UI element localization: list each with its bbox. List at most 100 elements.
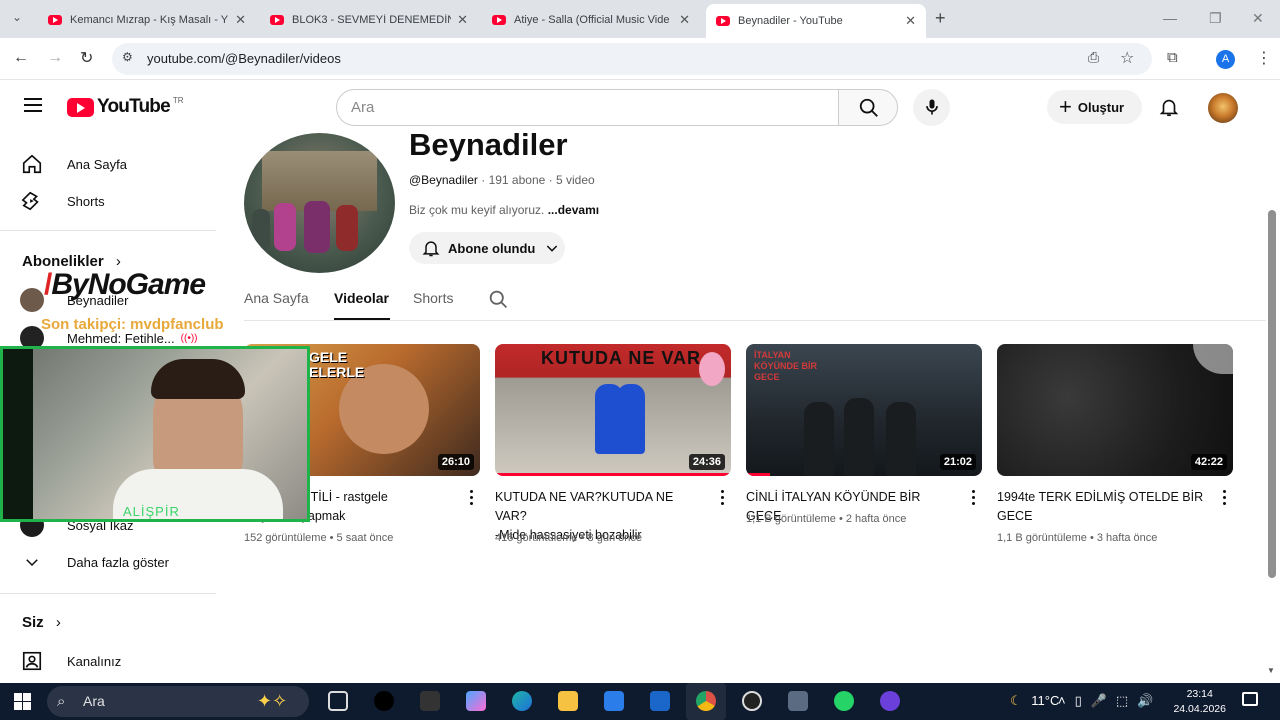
- video-count: 5 video: [556, 173, 595, 187]
- window-close-icon[interactable]: ✕: [1252, 10, 1264, 27]
- sidebar-divider: [0, 230, 216, 231]
- browser-tab-active[interactable]: Beynadiler - YouTube ✕: [706, 4, 926, 38]
- reload-icon[interactable]: ↻: [80, 48, 93, 68]
- channel-search-icon[interactable]: [488, 289, 509, 315]
- video-thumbnail[interactable]: 42:22: [997, 344, 1233, 476]
- channel-avatar: [20, 288, 44, 312]
- forward-icon[interactable]: →: [47, 49, 63, 67]
- sidebar-item-your-channel[interactable]: Kanalınız: [20, 649, 121, 673]
- latest-follower-text: Son takipçi: mvdpfanclub: [41, 316, 224, 333]
- youtube-logo[interactable]: YouTube TR: [67, 96, 184, 118]
- thumbnail-text: KUTUDA NE VAR: [541, 348, 701, 368]
- back-icon[interactable]: ←: [13, 49, 29, 67]
- taskbar-clock[interactable]: 23:14 24.04.2026: [1173, 687, 1226, 717]
- account-avatar[interactable]: [1208, 93, 1238, 123]
- tab-home[interactable]: Ana Sayfa: [244, 290, 309, 306]
- browser-menu-icon[interactable]: ⋮: [1256, 48, 1272, 68]
- file-explorer-icon[interactable]: [558, 691, 578, 711]
- search-icon: ⌕: [57, 693, 66, 710]
- microsoft-store-icon[interactable]: [604, 691, 624, 711]
- tab-close-icon[interactable]: ✕: [457, 12, 468, 28]
- video-title[interactable]: 1994te TERK EDİLMİŞ OTELDE BİR GECE: [997, 488, 1207, 526]
- profile-avatar[interactable]: A: [1216, 50, 1235, 69]
- streamer-name: ALİŞPİR: [123, 504, 180, 519]
- outlook-icon[interactable]: [650, 691, 670, 711]
- hamburger-menu-icon[interactable]: [24, 98, 42, 112]
- epic-games-icon[interactable]: [420, 691, 440, 711]
- home-icon: [20, 152, 44, 176]
- tab-search-icon[interactable]: ⌄: [12, 10, 22, 24]
- obs-icon[interactable]: [742, 691, 762, 711]
- channel-meta: @Beynadiler · 191 abone · 5 video: [409, 173, 595, 187]
- notification-center-icon[interactable]: [1242, 692, 1258, 706]
- site-info-icon[interactable]: ⚙: [122, 50, 133, 64]
- tab-close-icon[interactable]: ✕: [679, 12, 690, 28]
- bookmark-star-icon[interactable]: ☆: [1120, 48, 1134, 68]
- bynogame-logo: /ByNoGame: [44, 268, 206, 301]
- you-heading[interactable]: Siz ›: [22, 614, 61, 631]
- video-duration: 42:22: [1190, 454, 1227, 470]
- video-meta: 416 görüntüleme • 8 gün önce: [495, 532, 642, 544]
- calculator-icon[interactable]: [788, 691, 808, 711]
- description-more-link[interactable]: ...devamı: [548, 203, 599, 217]
- thumbnail-text: İTALYAN KÖYÜNDE BİR GECE: [754, 350, 818, 382]
- new-tab-button[interactable]: +: [935, 8, 946, 29]
- youtube-play-icon: [67, 97, 94, 117]
- subscribed-button[interactable]: Abone olundu: [409, 232, 565, 264]
- page-scrollbar[interactable]: [1268, 210, 1276, 578]
- video-menu-icon[interactable]: [721, 490, 725, 506]
- address-bar[interactable]: ⚙ youtube.com/@Beynadiler/videos ⎙ ☆: [112, 43, 1152, 75]
- tab-close-icon[interactable]: ✕: [235, 12, 246, 28]
- whatsapp-icon[interactable]: [834, 691, 854, 711]
- create-button[interactable]: + Oluştur: [1047, 90, 1142, 124]
- video-meta: 1,1 B görüntüleme • 2 hafta önce: [746, 513, 907, 525]
- video-duration: 26:10: [437, 454, 474, 470]
- video-menu-icon[interactable]: [470, 490, 474, 506]
- video-thumbnail[interactable]: KUTUDA NE VAR 24:36: [495, 344, 731, 476]
- browser-tab[interactable]: Atiye - Salla (Official Music Vide ✕: [482, 6, 700, 34]
- system-tray-icons[interactable]: ˄▯🎤⬚🔊: [1058, 693, 1162, 709]
- scroll-down-arrow-icon[interactable]: ▼: [1267, 666, 1275, 675]
- windows-taskbar: ⌕ Ara ✦✧ ☾ 11°C ˄▯🎤⬚🔊 23:14 24.04.2026: [0, 683, 1280, 720]
- notifications-bell-icon[interactable]: [1158, 96, 1180, 123]
- task-view-icon[interactable]: [328, 691, 348, 711]
- taskbar-search-input[interactable]: ⌕ Ara ✦✧: [47, 686, 309, 717]
- video-card[interactable]: 42:22 1994te TERK EDİLMİŞ OTELDE BİR GEC…: [997, 344, 1233, 544]
- search-icon: [859, 98, 878, 117]
- your-channel-icon: [20, 649, 44, 673]
- extensions-icon[interactable]: ⧉: [1167, 49, 1178, 66]
- video-thumbnail[interactable]: İTALYAN KÖYÜNDE BİR GECE 21:02: [746, 344, 982, 476]
- tab-close-icon[interactable]: ✕: [905, 13, 916, 29]
- install-app-icon[interactable]: ⎙: [1088, 49, 1099, 66]
- app-icon[interactable]: [880, 691, 900, 711]
- video-menu-icon[interactable]: [1223, 490, 1227, 506]
- video-card[interactable]: İTALYAN KÖYÜNDE BİR GECE 21:02 CİNLİ İTA…: [746, 344, 982, 525]
- channel-description[interactable]: Biz çok mu keyif alıyoruz. ...devamı: [409, 203, 599, 217]
- tiktok-icon[interactable]: [374, 691, 394, 711]
- chevron-down-icon: [20, 550, 44, 574]
- video-duration: 21:02: [939, 454, 976, 470]
- tab-videos[interactable]: Videolar: [334, 290, 389, 306]
- sidebar-item-shorts[interactable]: Shorts: [20, 189, 105, 213]
- minimize-icon[interactable]: —: [1163, 10, 1177, 26]
- edge-icon[interactable]: [512, 691, 532, 711]
- copilot-icon[interactable]: [466, 691, 486, 711]
- youtube-favicon-icon: [716, 16, 730, 26]
- browser-tab[interactable]: Kemancı Mızrap - Kış Masalı - Y ✕: [38, 6, 256, 34]
- search-input[interactable]: Ara: [336, 89, 839, 126]
- voice-search-button[interactable]: [913, 89, 950, 126]
- sidebar-divider: [0, 593, 216, 594]
- tab-shorts[interactable]: Shorts: [413, 290, 453, 306]
- video-card[interactable]: KUTUDA NE VAR 24:36 KUTUDA NE VAR?KUTUDA…: [495, 344, 731, 544]
- windows-start-icon[interactable]: [14, 693, 31, 710]
- weather-widget[interactable]: ☾ 11°C: [1010, 693, 1059, 709]
- plus-icon: +: [1059, 94, 1072, 119]
- youtube-favicon-icon: [270, 15, 284, 25]
- sidebar-item-home[interactable]: Ana Sayfa: [20, 152, 127, 176]
- sidebar-show-more[interactable]: Daha fazla göster: [20, 550, 169, 574]
- browser-tab[interactable]: BLOK3 - SEVMEYİ DENEMEDİN ✕: [260, 6, 478, 34]
- url-text: youtube.com/@Beynadiler/videos: [147, 51, 341, 66]
- video-menu-icon[interactable]: [972, 490, 976, 506]
- restore-icon[interactable]: ❐: [1209, 10, 1222, 27]
- search-button[interactable]: [838, 89, 898, 126]
